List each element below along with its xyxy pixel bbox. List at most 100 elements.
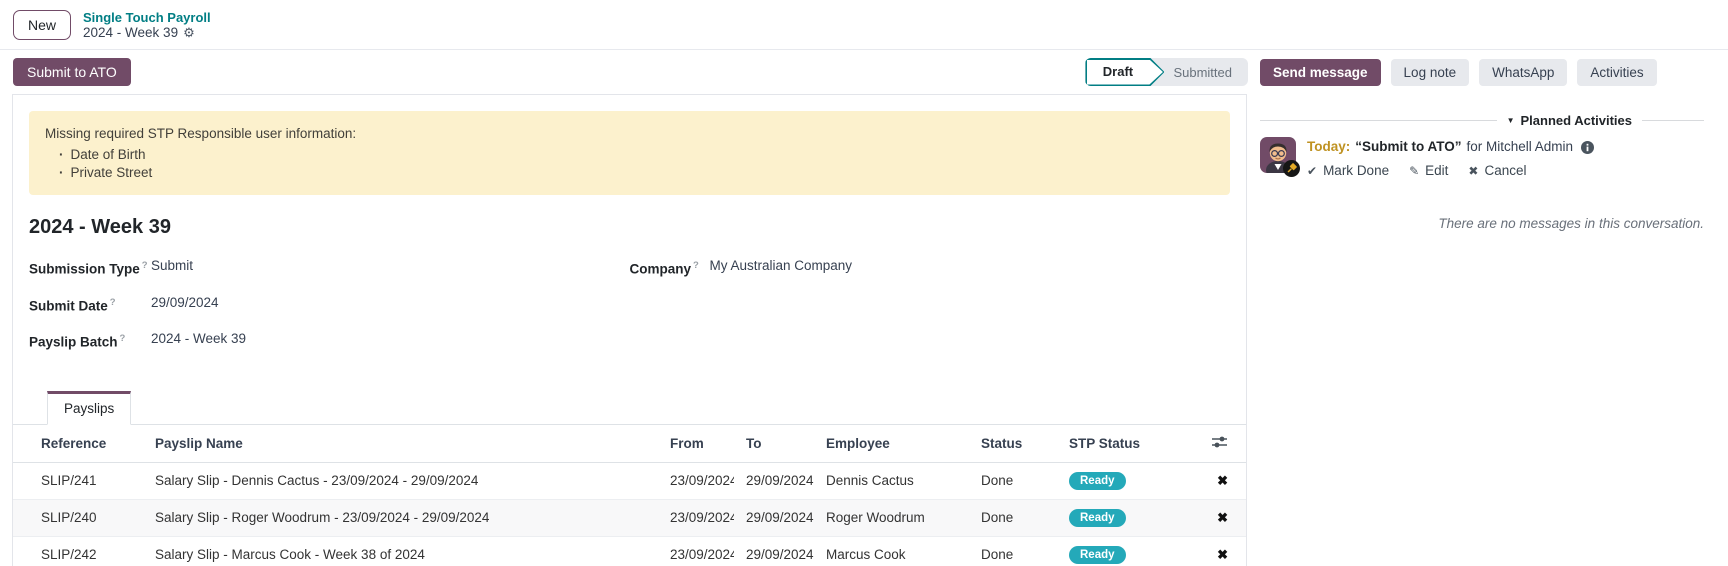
delete-row-icon[interactable]: ✖ [1217,473,1228,488]
col-header-employee[interactable]: Employee [814,425,969,463]
cell-from[interactable]: 23/09/2024 [658,499,734,536]
table-header-row: Reference Payslip Name From To Employee … [13,425,1246,463]
col-header-status[interactable]: Status [969,425,1057,463]
breadcrumb: Single Touch Payroll 2024 - Week 39 ⚙ [83,10,211,40]
col-header-stp-status[interactable]: STP Status [1057,425,1159,463]
cell-from[interactable]: 23/09/2024 [658,462,734,499]
cell-reference[interactable]: SLIP/240 [13,499,143,536]
field-company: Company? My Australian Company [630,258,1231,278]
col-header-payslip-name[interactable]: Payslip Name [143,425,658,463]
field-label: Company [630,262,692,277]
field-submit-date: Submit Date? 29/09/2024 [29,295,630,315]
field-label: Submission Type [29,262,140,277]
field-payslip-batch: Payslip Batch? 2024 - Week 39 [29,331,630,351]
cell-employee[interactable]: Marcus Cook [814,536,969,566]
activity-item: Today: “Submit to ATO” for Mitchell Admi… [1260,137,1704,178]
bullet-icon: · [59,165,64,180]
control-panel: Submit to ATO Draft Submitted [0,50,1254,94]
table-row[interactable]: SLIP/241 Salary Slip - Dennis Cactus - 2… [13,462,1246,499]
breadcrumb-record-name: 2024 - Week 39 [83,25,178,40]
cross-icon: ✖ [1468,164,1478,178]
stp-status-badge: Ready [1069,546,1126,564]
cell-payslip-name[interactable]: Salary Slip - Dennis Cactus - 23/09/2024… [143,462,658,499]
warning-title: Missing required STP Responsible user in… [45,124,1214,143]
whatsapp-button[interactable]: WhatsApp [1479,59,1567,86]
field-value-company[interactable]: My Australian Company [710,258,853,278]
field-value-payslip-batch[interactable]: 2024 - Week 39 [151,331,246,351]
tab-payslips[interactable]: Payslips [47,391,131,425]
chevron-down-icon: ▼ [1507,116,1515,125]
submit-to-ato-button[interactable]: Submit to ATO [13,58,131,86]
empty-conversation-message: There are no messages in this conversati… [1260,216,1704,231]
col-header-from[interactable]: From [658,425,734,463]
table-row[interactable]: SLIP/242 Salary Slip - Marcus Cook - Wee… [13,536,1246,566]
optional-columns-icon[interactable] [1211,435,1228,449]
divider [1260,120,1497,121]
warning-item: ·Private Street [45,164,1214,182]
payslips-table: Reference Payslip Name From To Employee … [13,425,1246,566]
bullet-icon: · [59,147,64,162]
field-value-submit-date[interactable]: 29/09/2024 [151,295,219,315]
pencil-icon: ✎ [1409,164,1419,178]
activity-actions: ✔ Mark Done ✎ Edit ✖ Cancel [1307,163,1594,178]
chatter: Send message Log note WhatsApp Activitie… [1254,50,1728,566]
activity-due-label: Today: [1307,138,1350,156]
cell-to[interactable]: 29/09/2024 [734,499,814,536]
help-marker: ? [142,260,148,271]
cell-reference[interactable]: SLIP/241 [13,462,143,499]
col-header-to[interactable]: To [734,425,814,463]
avatar[interactable] [1260,137,1296,173]
chatter-buttons: Send message Log note WhatsApp Activitie… [1260,59,1704,86]
divider [1642,120,1704,121]
planned-activities-header: ▼ Planned Activities [1260,113,1704,128]
notebook-tabs: Payslips [13,391,1246,425]
cell-payslip-name[interactable]: Salary Slip - Marcus Cook - Week 38 of 2… [143,536,658,566]
planned-activities-toggle[interactable]: ▼ Planned Activities [1507,113,1632,128]
log-note-button[interactable]: Log note [1391,59,1470,86]
check-icon: ✔ [1307,164,1317,178]
field-submission-type: Submission Type? Submit [29,258,630,278]
stp-status-badge: Ready [1069,472,1126,490]
warning-item: ·Date of Birth [45,146,1214,164]
form-sheet: Missing required STP Responsible user in… [12,94,1247,566]
new-button[interactable]: New [13,10,71,40]
cell-to[interactable]: 29/09/2024 [734,536,814,566]
info-icon[interactable] [1581,141,1594,154]
field-value-submission-type[interactable]: Submit [151,258,193,278]
cell-status[interactable]: Done [969,462,1057,499]
mark-done-button[interactable]: ✔ Mark Done [1307,163,1389,178]
breadcrumb-bar: New Single Touch Payroll 2024 - Week 39 … [0,0,1728,50]
field-label: Payslip Batch [29,335,118,350]
activity-type-gavel-icon [1283,160,1300,177]
cancel-activity-button[interactable]: ✖ Cancel [1468,163,1526,178]
cell-employee[interactable]: Dennis Cactus [814,462,969,499]
table-row[interactable]: SLIP/240 Salary Slip - Roger Woodrum - 2… [13,499,1246,536]
statusbar: Draft Submitted [1085,58,1248,86]
breadcrumb-app-link[interactable]: Single Touch Payroll [83,10,211,25]
actions-gear-icon[interactable]: ⚙ [183,25,195,40]
cell-status[interactable]: Done [969,536,1057,566]
delete-row-icon[interactable]: ✖ [1217,510,1228,525]
cell-status[interactable]: Done [969,499,1057,536]
warning-banner: Missing required STP Responsible user in… [29,111,1230,195]
field-group: Submission Type? Submit Submit Date? 29/… [29,258,1230,368]
activity-assignee: for Mitchell Admin [1467,138,1574,156]
statusbar-stage-draft[interactable]: Draft [1085,58,1164,86]
send-message-button[interactable]: Send message [1260,59,1381,86]
cell-employee[interactable]: Roger Woodrum [814,499,969,536]
activities-button[interactable]: Activities [1577,59,1656,86]
delete-row-icon[interactable]: ✖ [1217,547,1228,562]
help-marker: ? [110,297,116,308]
cell-to[interactable]: 29/09/2024 [734,462,814,499]
help-marker: ? [120,333,126,344]
edit-activity-button[interactable]: ✎ Edit [1409,163,1448,178]
warning-list: ·Date of Birth ·Private Street [45,146,1214,181]
statusbar-stage-submitted[interactable]: Submitted [1163,65,1248,80]
cell-from[interactable]: 23/09/2024 [658,536,734,566]
cell-payslip-name[interactable]: Salary Slip - Roger Woodrum - 23/09/2024… [143,499,658,536]
col-header-reference[interactable]: Reference [13,425,143,463]
stp-status-badge: Ready [1069,509,1126,527]
activity-name: “Submit to ATO” [1355,138,1461,156]
cell-reference[interactable]: SLIP/242 [13,536,143,566]
help-marker: ? [693,260,699,271]
